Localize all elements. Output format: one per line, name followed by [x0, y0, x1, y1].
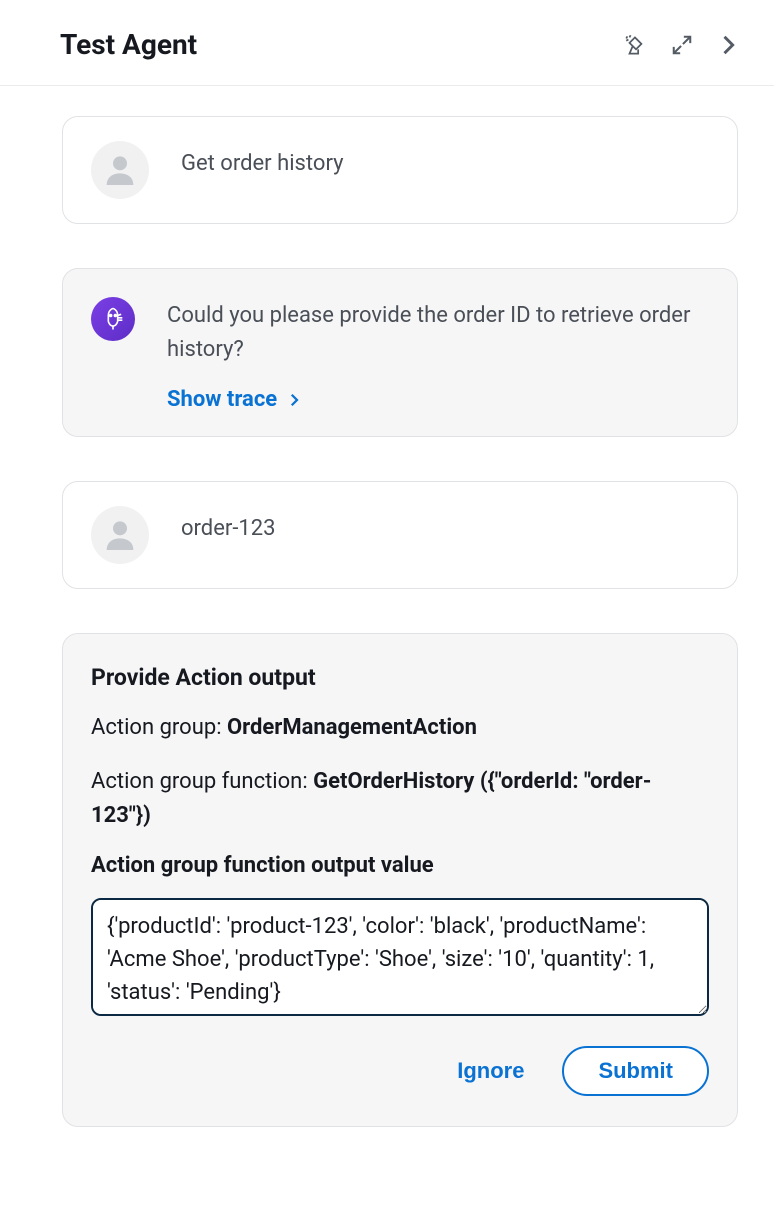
- message-text: Get order history: [181, 147, 709, 181]
- user-avatar-icon: [91, 506, 149, 564]
- show-trace-link[interactable]: Show trace: [167, 387, 709, 412]
- clear-icon[interactable]: [620, 29, 652, 61]
- message-body: Get order history: [181, 141, 709, 181]
- action-output-title: Provide Action output: [91, 664, 709, 691]
- action-buttons: Ignore Submit: [91, 1046, 709, 1096]
- user-message: Get order history: [62, 116, 738, 224]
- header: Test Agent: [0, 0, 774, 86]
- action-output-value-input[interactable]: [91, 898, 709, 1016]
- message-text: order-123: [181, 512, 709, 546]
- action-function-label: Action group function:: [91, 769, 308, 794]
- chat-content: Get order history Could you please provi…: [0, 86, 774, 1127]
- message-body: order-123: [181, 506, 709, 546]
- ignore-button[interactable]: Ignore: [449, 1048, 532, 1094]
- agent-message: Could you please provide the order ID to…: [62, 268, 738, 437]
- message-body: Could you please provide the order ID to…: [167, 293, 709, 412]
- action-group-line: Action group: OrderManagementAction: [91, 711, 709, 745]
- message-text: Could you please provide the order ID to…: [167, 299, 709, 367]
- action-function-line: Action group function: GetOrderHistory (…: [91, 765, 709, 833]
- show-trace-label: Show trace: [167, 387, 277, 412]
- user-avatar-icon: [91, 141, 149, 199]
- user-message: order-123: [62, 481, 738, 589]
- header-actions: [620, 29, 744, 61]
- submit-button[interactable]: Submit: [562, 1046, 709, 1096]
- action-group-label: Action group:: [91, 715, 222, 740]
- action-group-value: OrderManagementAction: [227, 715, 477, 740]
- action-output-value-label: Action group function output value: [91, 853, 709, 878]
- page-title: Test Agent: [60, 28, 197, 61]
- chevron-right-icon: [285, 391, 303, 409]
- action-output-panel: Provide Action output Action group: Orde…: [62, 633, 738, 1127]
- chevron-right-icon[interactable]: [712, 29, 744, 61]
- expand-icon[interactable]: [666, 29, 698, 61]
- agent-avatar-icon: [91, 297, 135, 341]
